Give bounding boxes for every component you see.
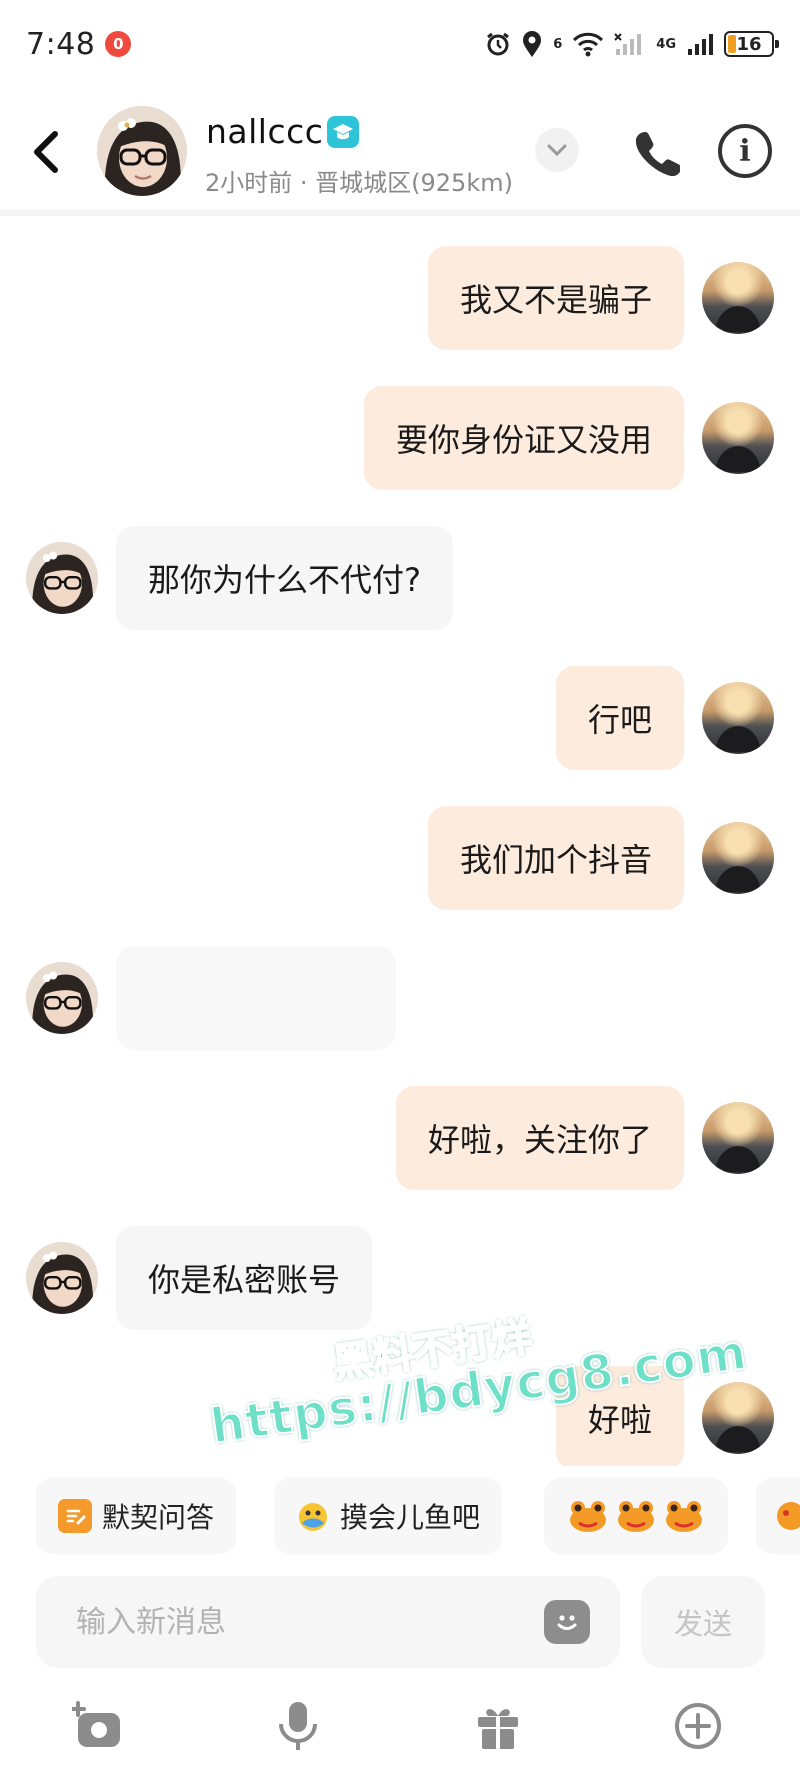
sticker-chip[interactable] <box>756 1478 800 1554</box>
contact-avatar[interactable] <box>26 1242 98 1314</box>
incoming-message-bubble[interactable]: 那你为什么不代付? <box>116 526 453 630</box>
info-button[interactable]: i <box>718 124 772 178</box>
message-input[interactable] <box>36 1576 620 1668</box>
alarm-icon <box>487 32 510 56</box>
bottom-toolbar <box>0 1690 800 1770</box>
message-list[interactable]: 我又不是骗子 要你身份证又没用 那你为什么不代付? 行吧 我们加个抖音 好啦，关… <box>0 216 800 1466</box>
contact-status: 2小时前 · 晋城城区(925km) <box>205 169 513 197</box>
status-icons: 6 4G 16 <box>485 30 779 58</box>
voice-button[interactable] <box>268 1696 328 1756</box>
frog-sticker-icon <box>666 1501 702 1532</box>
gift-icon <box>478 1709 518 1749</box>
message-row: 行吧 <box>0 666 800 770</box>
sticker-chip[interactable] <box>544 1478 728 1554</box>
message-row: 那你为什么不代付? <box>0 526 800 630</box>
signal-icon-2 <box>688 34 713 55</box>
incoming-message-bubble[interactable] <box>116 946 396 1050</box>
emoji-button[interactable] <box>544 1600 590 1644</box>
quiz-icon <box>58 1499 92 1533</box>
contact-avatar[interactable] <box>97 106 187 196</box>
quick-reply-bar: 默契问答 摸会儿鱼吧 <box>0 1466 800 1566</box>
plus-circle-icon <box>675 1703 721 1749</box>
camera-button[interactable] <box>68 1696 128 1756</box>
contact-avatar[interactable] <box>26 962 98 1034</box>
phone-icon <box>635 132 680 176</box>
chevron-left-icon <box>34 131 58 173</box>
chevron-down-icon <box>547 144 567 157</box>
user-avatar[interactable] <box>702 682 774 754</box>
sticker-icon <box>777 1502 800 1530</box>
status-left: 7:48 0 <box>26 26 132 62</box>
notification-badge: 0 <box>105 31 132 57</box>
battery-level: 16 <box>736 33 762 55</box>
fish-emoji-icon <box>296 1499 330 1533</box>
call-button[interactable] <box>630 126 682 178</box>
message-row <box>0 946 800 1050</box>
contact-avatar[interactable] <box>26 542 98 614</box>
outgoing-message-bubble[interactable]: 我们加个抖音 <box>427 806 684 910</box>
outgoing-message-bubble[interactable]: 好啦，关注你了 <box>395 1086 684 1190</box>
composer: 发送 <box>0 1576 800 1672</box>
microphone-icon <box>279 1702 317 1750</box>
incoming-message-bubble[interactable]: 你是私密账号 <box>116 1226 373 1330</box>
signal-icon-1 <box>614 33 642 55</box>
user-avatar[interactable] <box>702 262 774 334</box>
outgoing-message-bubble[interactable]: 行吧 <box>555 666 684 770</box>
wifi-label: 6 <box>553 36 563 52</box>
send-button[interactable]: 发送 <box>641 1576 765 1668</box>
wifi-icon <box>573 32 604 57</box>
more-button[interactable] <box>668 1696 728 1756</box>
status-time: 7:48 <box>26 26 96 62</box>
status-bar: 7:48 0 6 4G 16 <box>0 0 800 88</box>
smiley-icon <box>557 1615 577 1630</box>
info-icon: i <box>739 133 751 169</box>
message-row: 要你身份证又没用 <box>0 386 800 490</box>
contact-name: nallccc <box>206 112 324 151</box>
user-avatar[interactable] <box>702 402 774 474</box>
contact-avatar-image <box>97 106 187 196</box>
message-row: 我们加个抖音 <box>0 806 800 910</box>
message-row: 你是私密账号 <box>0 1226 800 1330</box>
message-row: 好啦，关注你了 <box>0 1086 800 1190</box>
camera-icon <box>72 1701 120 1747</box>
frog-sticker-icon <box>570 1501 606 1532</box>
gift-button[interactable] <box>468 1696 528 1756</box>
user-avatar[interactable] <box>702 822 774 894</box>
message-row: 我又不是骗子 <box>0 246 800 350</box>
message-row: 好啦 <box>0 1366 800 1466</box>
quick-reply-label: 默契问答 <box>102 1501 215 1534</box>
user-avatar[interactable] <box>702 1102 774 1174</box>
back-button[interactable] <box>26 128 66 176</box>
location-icon <box>523 31 542 57</box>
quick-reply-chip[interactable]: 摸会儿鱼吧 <box>274 1478 503 1554</box>
expand-button[interactable] <box>535 128 579 172</box>
chat-header: nallccc 2小时前 · 晋城城区(925km) i <box>0 88 800 216</box>
network-label: 4G <box>656 36 676 52</box>
quick-reply-chip[interactable]: 默契问答 <box>36 1478 237 1554</box>
battery-indicator: 16 <box>724 31 779 57</box>
quick-reply-label: 摸会儿鱼吧 <box>340 1501 481 1534</box>
outgoing-message-bubble[interactable]: 好啦 <box>555 1366 684 1466</box>
outgoing-message-bubble[interactable]: 要你身份证又没用 <box>363 386 684 490</box>
frog-sticker-icon <box>618 1501 654 1532</box>
outgoing-message-bubble[interactable]: 我又不是骗子 <box>427 246 684 350</box>
verified-badge-icon <box>327 116 359 148</box>
user-avatar[interactable] <box>702 1382 774 1454</box>
